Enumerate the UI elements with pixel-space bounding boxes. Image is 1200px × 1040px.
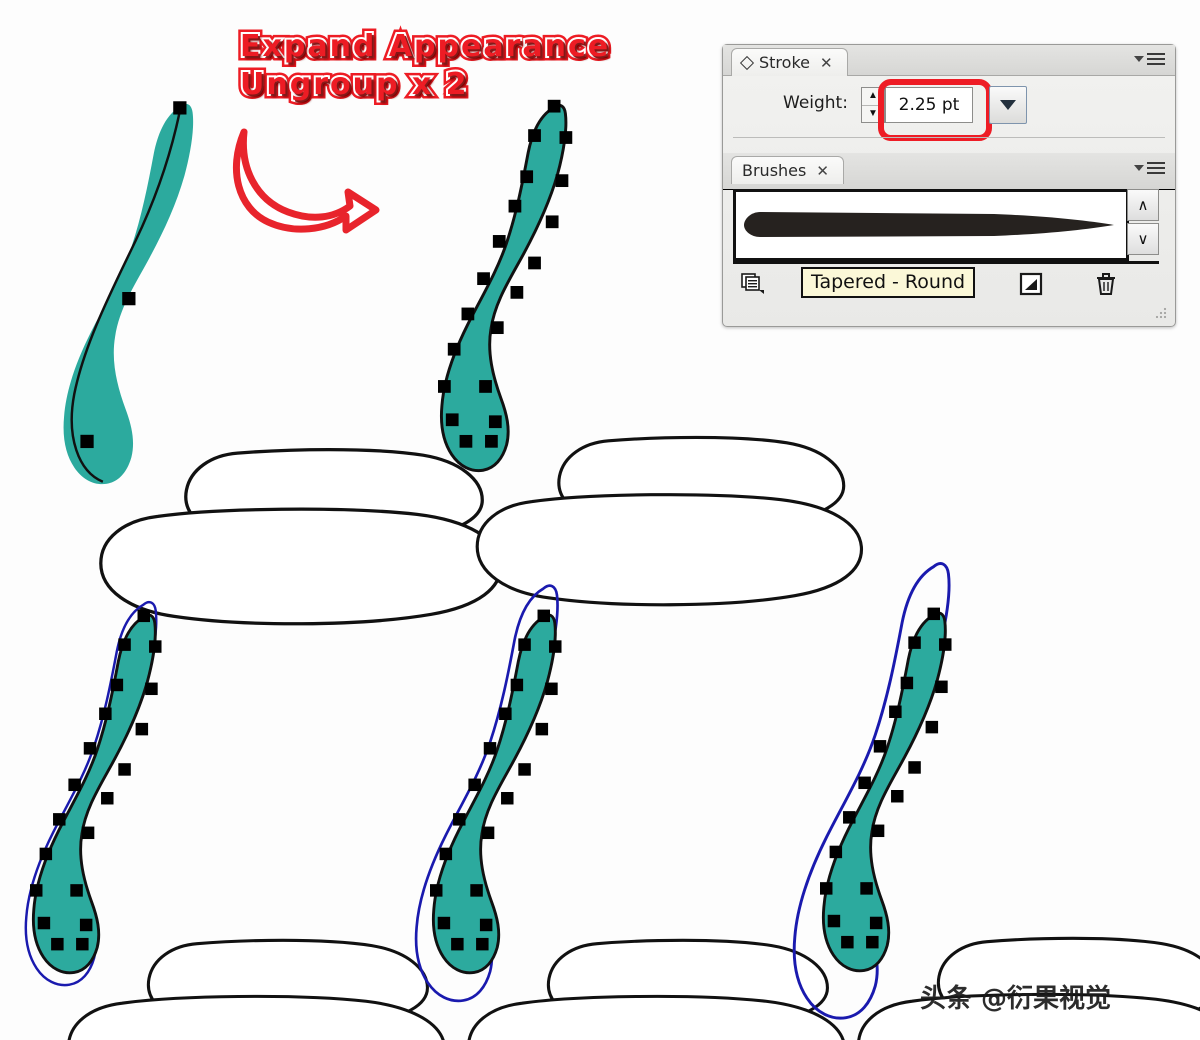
screenshot-canvas: Expand Appearance Expand Appearance Expa… (0, 0, 1200, 1040)
figure-4-coils (466, 938, 847, 1040)
tab-brushes-close-icon[interactable]: ✕ (816, 162, 829, 180)
stroke-panel-menu-icon[interactable] (1134, 53, 1165, 65)
diamond-icon (739, 55, 755, 70)
brush-name-tooltip: Tapered - Round (801, 267, 976, 298)
brushes-panel-menu-icon[interactable] (1134, 162, 1165, 174)
scroll-down-icon[interactable]: ∨ (1127, 223, 1159, 255)
illustrator-panel-group: — ✕ Stroke ✕ Weight: ▲ ▼ 2.25 pt (722, 44, 1176, 327)
stroke-panel-body: Weight: ▲ ▼ 2.25 pt (723, 75, 1175, 141)
panel-divider (733, 137, 1165, 138)
hamburger-icon (1147, 162, 1165, 174)
figure-1 (63, 101, 503, 626)
figure-4 (414, 584, 847, 1040)
figure-5-body (821, 611, 947, 973)
figure-1-coils (99, 447, 503, 626)
tapered-round-brush-swatch[interactable] (744, 208, 1114, 240)
stroke-tabstrip: Stroke ✕ (723, 45, 1175, 76)
figure-5 (792, 562, 1200, 1040)
weight-label: Weight: (783, 93, 848, 113)
brushes-tabstrip: Brushes ✕ (723, 153, 1175, 190)
tab-brushes[interactable]: Brushes ✕ (731, 156, 844, 184)
figure-3 (24, 600, 447, 1040)
figure-2-coils (475, 435, 864, 607)
chevron-down-icon (1000, 100, 1016, 110)
resize-grip-icon[interactable] (1154, 306, 1168, 320)
hamburger-icon (1147, 53, 1165, 65)
figure-3-body (31, 613, 157, 975)
tab-brushes-label: Brushes (742, 161, 807, 180)
stepper-down-icon[interactable]: ▼ (862, 106, 884, 123)
brush-list[interactable] (733, 189, 1129, 261)
watermark: 头条 @衍果视觉 (920, 984, 1112, 1014)
figure-3-coils (66, 938, 447, 1040)
tab-stroke-close-icon[interactable]: ✕ (820, 54, 833, 72)
annotation-callout: Expand Appearance Expand Appearance Expa… (235, 27, 612, 110)
annotation-line-2: Ungroup x 2 Ungroup x 2 Ungroup x 2 (236, 65, 472, 104)
scroll-up-icon[interactable]: ∧ (1127, 189, 1159, 221)
chevron-down-icon (1134, 56, 1144, 62)
weight-dropdown-button[interactable] (989, 86, 1027, 124)
new-brush-icon[interactable] (1019, 272, 1043, 296)
brush-list-scrollbar[interactable]: ∧ ∨ (1127, 189, 1159, 255)
chevron-down-icon (1134, 165, 1144, 171)
figure-4-body (431, 613, 557, 975)
curved-arrow-icon (233, 128, 380, 234)
figure-2-body (439, 103, 568, 473)
stepper-up-icon[interactable]: ▲ (862, 88, 884, 106)
weight-input[interactable]: 2.25 pt (885, 87, 973, 123)
brush-libraries-icon[interactable] (741, 272, 765, 294)
tab-stroke[interactable]: Stroke ✕ (731, 48, 848, 76)
annotation-line-1: Expand Appearance Expand Appearance Expa… (235, 27, 612, 66)
delete-brush-icon[interactable] (1095, 272, 1117, 296)
tab-stroke-label: Stroke (759, 53, 810, 72)
weight-stepper[interactable]: ▲ ▼ (861, 87, 885, 123)
